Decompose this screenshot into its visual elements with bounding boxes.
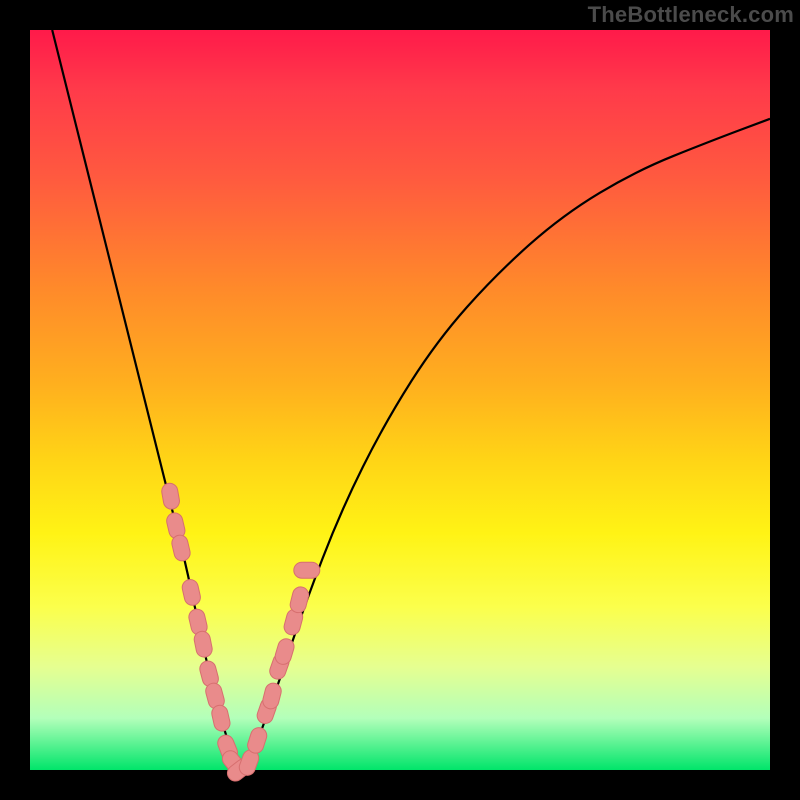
marker [170, 534, 191, 563]
bottleneck-curve [52, 30, 770, 766]
marker [261, 681, 283, 710]
marker [181, 578, 202, 607]
marker [210, 704, 231, 733]
chart-frame: TheBottleneck.com [0, 0, 800, 800]
curve-layer [30, 30, 770, 770]
marker [160, 482, 180, 510]
highlighted-points-group [160, 482, 319, 784]
marker [294, 562, 320, 578]
marker [288, 585, 310, 614]
marker [193, 630, 214, 659]
watermark-text: TheBottleneck.com [588, 2, 794, 28]
